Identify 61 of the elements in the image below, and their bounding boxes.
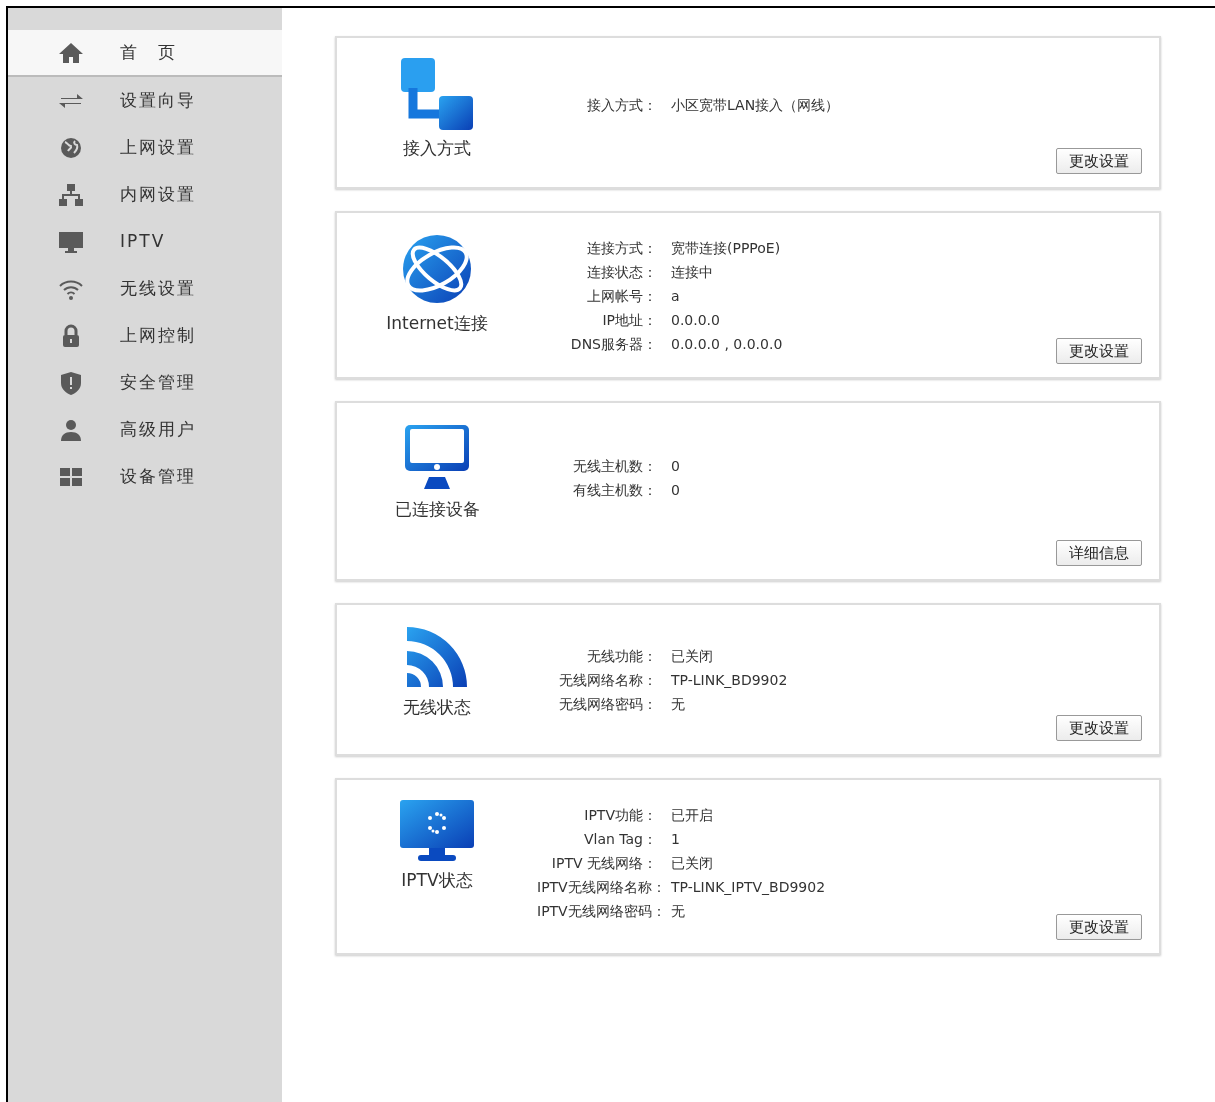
card-title: Internet连接 [386, 312, 488, 335]
card-title: 接入方式 [403, 137, 471, 160]
field-value: 已关闭 [671, 647, 714, 666]
action-button[interactable]: 更改设置 [1056, 714, 1142, 741]
field-value: 0.0.0.0 , 0.0.0.0 [671, 335, 783, 354]
tv-icon [400, 800, 474, 862]
globe-icon [58, 135, 84, 160]
sidebar-item[interactable]: 安全管理 [8, 359, 282, 406]
field-value: 宽带连接(PPPoE) [671, 239, 782, 258]
sidebar-item[interactable]: 高级用户 [8, 406, 282, 453]
shield-icon [58, 370, 84, 395]
field-label: IPTV 无线网络： [550, 854, 657, 873]
home-icon [58, 40, 84, 65]
field-label: 有线主机数： [572, 481, 657, 500]
sidebar-item[interactable]: IPTV [8, 218, 282, 265]
field-value: TP-LINK_BD9902 [671, 671, 788, 690]
field-label: 无线功能： [586, 647, 657, 666]
action-button[interactable]: 更改设置 [1056, 913, 1142, 940]
field-value: TP-LINK_IPTV_BD9902 [671, 878, 826, 897]
field-value: 0 [671, 457, 680, 476]
monitor-icon [58, 229, 84, 254]
field-label: 无线主机数： [572, 457, 657, 476]
sidebar-item[interactable]: 无线设置 [8, 265, 282, 312]
network-icon [58, 182, 84, 207]
sidebar-item[interactable]: 上网设置 [8, 124, 282, 171]
sidebar-item[interactable]: 内网设置 [8, 171, 282, 218]
field-value: 小区宽带LAN接入（网线） [671, 96, 840, 115]
sidebar-item[interactable]: 设置向导 [8, 77, 282, 124]
sidebar-item[interactable]: 设备管理 [8, 453, 282, 500]
sidebar-item[interactable]: 首 页 [8, 30, 282, 77]
globe-icon [401, 233, 473, 305]
field-value: 已开启 [671, 806, 714, 825]
field-label: Vlan Tag： [582, 830, 657, 849]
field-label: 无线网络密码： [558, 695, 657, 714]
field-value: 1 [671, 830, 681, 849]
field-label: IP地址： [601, 311, 657, 330]
field-label: 上网帐号： [586, 287, 657, 306]
field-value: a [671, 287, 681, 306]
signal-icon [405, 625, 469, 689]
field-value: 0.0.0.0 [671, 311, 721, 330]
field-label: DNS服务器： [569, 335, 657, 354]
field-label: 接入方式： [586, 96, 657, 115]
card-title: 无线状态 [403, 696, 471, 719]
field-label: 无线网络名称： [558, 671, 657, 690]
field-label: IPTV功能： [583, 806, 657, 825]
monitor-icon [403, 423, 471, 491]
field-value: 已关闭 [671, 854, 714, 873]
action-button[interactable]: 更改设置 [1056, 337, 1142, 364]
field-value: 连接中 [671, 263, 714, 282]
field-label: 连接状态： [586, 263, 657, 282]
field-label: 连接方式： [586, 239, 657, 258]
action-button[interactable]: 更改设置 [1056, 147, 1142, 174]
field-value: 无 [671, 695, 686, 714]
connection-icon [401, 58, 473, 130]
sidebar-item[interactable]: 上网控制 [8, 312, 282, 359]
field-value: 无 [671, 902, 686, 921]
action-button[interactable]: 详细信息 [1056, 539, 1142, 566]
user-icon [58, 417, 84, 442]
card-title: IPTV状态 [401, 869, 473, 892]
card-title: 已连接设备 [394, 498, 480, 521]
field-value: 0 [671, 481, 680, 500]
